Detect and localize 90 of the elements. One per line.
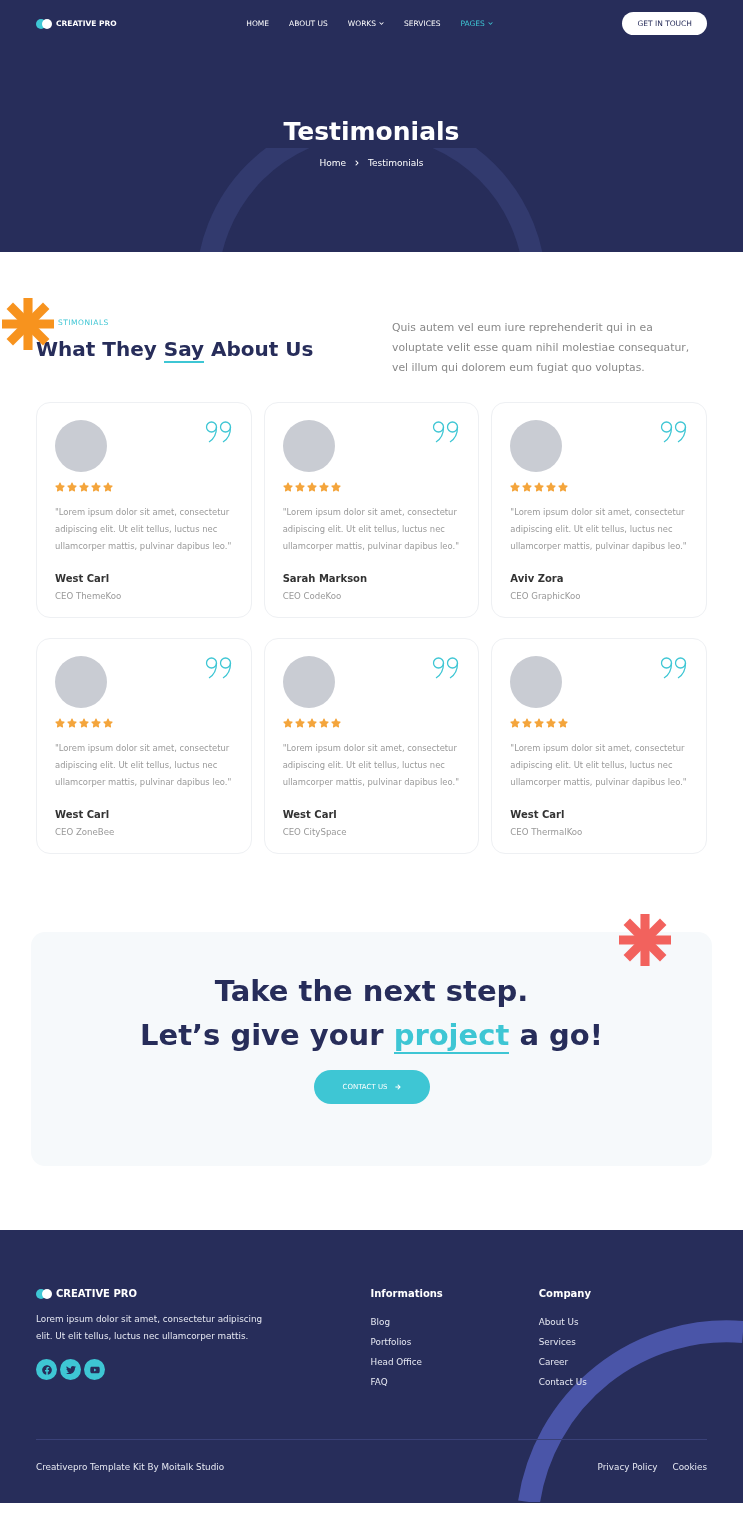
quote-icon — [432, 656, 461, 680]
cta-heading: Let’s give your project a go! — [140, 1018, 603, 1052]
star-icon — [55, 718, 65, 728]
star-icon — [534, 718, 545, 728]
testimonial-quote: "Lorem ipsum dolor sit amet, consectetur adipiscing elit. Ut elit tellus, luctus nec ullamcorper mattis, pulvinar dapibus leo." — [55, 742, 233, 789]
star-icon — [67, 718, 77, 728]
asterisk-decoration — [619, 914, 671, 966]
footer-link[interactable]: Head Office — [370, 1357, 539, 1367]
star-icon — [294, 482, 305, 492]
author-role: CEO ThemeKoo — [55, 591, 123, 601]
testimonial-quote: "Lorem ipsum dolor sit amet, consectetur adipiscing elit. Ut elit tellus, luctus nec ullamcorper mattis, pulvinar dapibus leo." — [282, 742, 461, 789]
star-icon — [510, 482, 521, 492]
star-icon — [318, 718, 329, 728]
star-icon — [558, 482, 569, 492]
star-icon — [55, 482, 65, 492]
footer-link[interactable]: Cookies — [672, 1462, 707, 1472]
chevron-right-icon — [354, 160, 361, 166]
footer-column-title: Company — [538, 1288, 592, 1299]
star-icon — [282, 482, 293, 492]
star-icon — [330, 718, 341, 728]
youtube-icon[interactable] — [84, 1359, 105, 1380]
footer-link[interactable]: Career — [538, 1357, 707, 1367]
star-icon — [546, 718, 557, 728]
star-icon — [306, 482, 317, 492]
avatar-photo-placeholder — [510, 656, 563, 708]
quote-icon — [204, 420, 233, 444]
logo-text[interactable]: CREATIVE PRO — [56, 1288, 137, 1299]
quote-icon — [432, 420, 461, 444]
star-icon — [318, 482, 329, 492]
avatar-photo-placeholder — [510, 420, 563, 472]
star-icon — [91, 718, 101, 728]
star-icon — [294, 718, 305, 728]
copyright-text: Creativepro Template Kit By Moitalk Studio — [36, 1462, 225, 1472]
chevron-down-icon — [487, 21, 493, 26]
footer-column-title: Informations — [370, 1288, 444, 1299]
star-icon — [534, 482, 545, 492]
author-name: West Carl — [510, 809, 566, 820]
cta-heading: Take the next step. — [214, 974, 529, 1008]
logo-icon — [36, 18, 52, 29]
testimonial-quote: "Lorem ipsum dolor sit amet, consectetur adipiscing elit. Ut elit tellus, luctus nec ullamcorper mattis, pulvinar dapibus leo." — [55, 506, 233, 553]
testimonial-quote: "Lorem ipsum dolor sit amet, consectetur adipiscing elit. Ut elit tellus, luctus nec ullamcorper mattis, pulvinar dapibus leo." — [282, 506, 461, 553]
star-icon — [79, 718, 89, 728]
star-icon — [67, 482, 77, 492]
star-icon — [546, 482, 557, 492]
footer-description: Lorem ipsum dolor sit amet, consectetur adipiscing elit. Ut elit tellus, luctus nec ullamcorper mattis. — [36, 1313, 264, 1343]
star-icon — [306, 718, 317, 728]
avatar-photo-placeholder — [282, 656, 335, 708]
logo-icon — [36, 1288, 52, 1299]
star-icon — [79, 482, 89, 492]
author-role: CEO CodeKoo — [282, 591, 343, 601]
footer-link[interactable]: FAQ — [370, 1377, 539, 1387]
twitter-icon[interactable] — [60, 1359, 81, 1380]
quote-icon — [660, 656, 688, 680]
author-name: West Carl — [55, 809, 111, 820]
testimonial-quote: "Lorem ipsum dolor sit amet, consectetur adipiscing elit. Ut elit tellus, luctus nec ullamcorper mattis, pulvinar dapibus leo." — [510, 742, 688, 789]
star-icon — [558, 718, 569, 728]
avatar-photo-placeholder — [55, 420, 107, 472]
page-title: Testimonials — [283, 117, 460, 146]
star-icon — [103, 482, 113, 492]
footer-link[interactable]: Services — [538, 1337, 707, 1347]
author-name: Aviv Zora — [510, 573, 565, 584]
chevron-down-icon — [379, 21, 385, 26]
quote-icon — [660, 420, 688, 444]
star-icon — [522, 718, 533, 728]
author-role: CEO ThermalKoo — [510, 827, 584, 837]
author-name: West Carl — [55, 573, 111, 584]
footer-link[interactable]: About Us — [538, 1317, 707, 1327]
quote-icon — [204, 656, 233, 680]
breadcrumb-link[interactable]: Home — [319, 158, 347, 168]
avatar-photo-placeholder — [282, 420, 335, 472]
intro-paragraph: Quis autem vel eum iure reprehenderit qui in ea voluptate velit esse quam nihil molestiae consequatur, vel illum qui dolorem eum fugiat quo voluptas. — [392, 320, 691, 376]
author-role: CEO CitySpace — [282, 827, 348, 837]
star-icon — [522, 482, 533, 492]
section-heading: What They Say About Us — [36, 337, 314, 361]
footer-link[interactable]: Privacy Policy — [597, 1462, 658, 1472]
testimonial-quote: "Lorem ipsum dolor sit amet, consectetur adipiscing elit. Ut elit tellus, luctus nec ullamcorper mattis, pulvinar dapibus leo." — [510, 506, 688, 553]
star-icon — [91, 482, 101, 492]
footer-link[interactable]: Portfolios — [370, 1337, 539, 1347]
footer-link[interactable]: Contact Us — [538, 1377, 707, 1387]
author-name: West Carl — [282, 809, 338, 820]
star-icon — [282, 718, 293, 728]
footer-link[interactable]: Blog — [370, 1317, 539, 1327]
author-role: CEO GraphicKoo — [510, 591, 582, 601]
author-role: CEO ZoneBee — [55, 827, 116, 837]
star-icon — [103, 718, 113, 728]
avatar-photo-placeholder — [55, 656, 107, 708]
star-icon — [330, 482, 341, 492]
facebook-icon[interactable] — [36, 1359, 57, 1380]
star-icon — [510, 718, 521, 728]
author-name: Sarah Markson — [282, 573, 369, 584]
